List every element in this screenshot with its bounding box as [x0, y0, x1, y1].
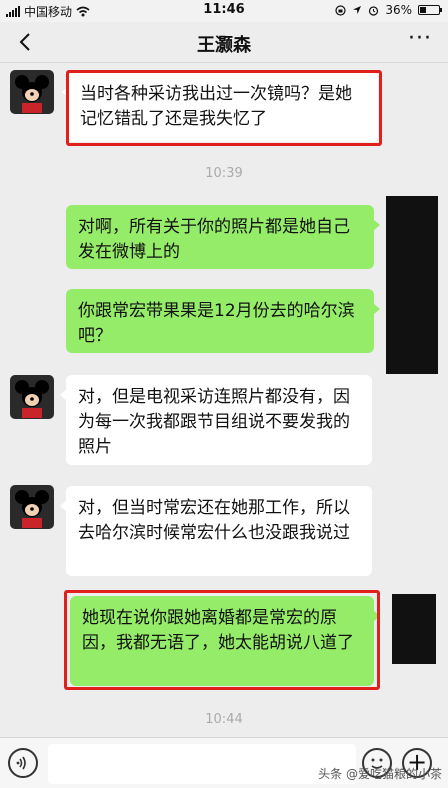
message-text: 对，但是电视采访连照片都没有，因为每一次我都跟节目组说不要发我的照片 [78, 387, 350, 457]
message-bubble[interactable]: 当时各种采访我出过一次镜吗？是她记忆错乱了还是我失忆了 [62, 72, 378, 142]
redacted-avatar [386, 196, 438, 374]
message-text: 对啊，所有关于你的照片都是她自己发在微博上的 [78, 217, 350, 262]
battery-percent: 36% [385, 3, 412, 17]
chat-title: 王灏森 [197, 35, 251, 56]
lock-rotation-icon [335, 4, 346, 16]
contact-avatar[interactable] [10, 485, 54, 529]
location-icon [353, 6, 362, 14]
mickey-avatar-icon [15, 380, 49, 418]
mickey-avatar-icon [15, 75, 49, 113]
status-right: 36% [335, 3, 442, 17]
message-text: 你跟常宏带果果是12月份去的哈尔滨吧？ [78, 301, 355, 346]
mickey-avatar-icon [15, 490, 49, 528]
voice-input-button[interactable] [8, 748, 38, 778]
timestamp: 10:39 [205, 166, 243, 181]
message-bubble[interactable]: 对，但是电视采访连照片都没有，因为每一次我都跟节目组说不要发我的照片 [60, 375, 372, 465]
alarm-icon [369, 5, 379, 16]
chat-header: 王灏森 ··· [0, 22, 448, 63]
message-text: 对，但当时常宏还在她那工作，所以去哈尔滨时候常宏什么也没跟我说过 [78, 498, 350, 543]
more-options-button[interactable]: ··· [406, 28, 434, 54]
message-text: 当时各种采访我出过一次镜吗？是她记忆错乱了还是我失忆了 [80, 84, 352, 129]
voice-icon [16, 756, 26, 770]
message-bubble[interactable]: 她现在说你跟她离婚都是常宏的原因，我都无语了，她太能胡说八道了 [70, 596, 380, 686]
message-bubble[interactable]: 对，但当时常宏还在她那工作，所以去哈尔滨时候常宏什么也没跟我说过 [60, 486, 372, 576]
message-bubble[interactable]: 你跟常宏带果果是12月份去的哈尔滨吧？ [66, 289, 380, 353]
contact-avatar[interactable] [10, 70, 54, 114]
message-text: 她现在说你跟她离婚都是常宏的原因，我都无语了，她太能胡说八道了 [82, 608, 354, 653]
battery-icon [418, 5, 442, 15]
message-bubble[interactable]: 对啊，所有关于你的照片都是她自己发在微博上的 [66, 205, 380, 269]
message-input[interactable] [48, 744, 356, 784]
contact-avatar[interactable] [10, 375, 54, 419]
redacted-avatar [392, 594, 436, 664]
battery-fill [420, 7, 426, 13]
timestamp: 10:44 [205, 712, 243, 727]
watermark-text: 头条 @爱吃猫粮的小茶 [318, 767, 442, 781]
status-bar: 中国移动 11:46 36% [0, 0, 448, 22]
